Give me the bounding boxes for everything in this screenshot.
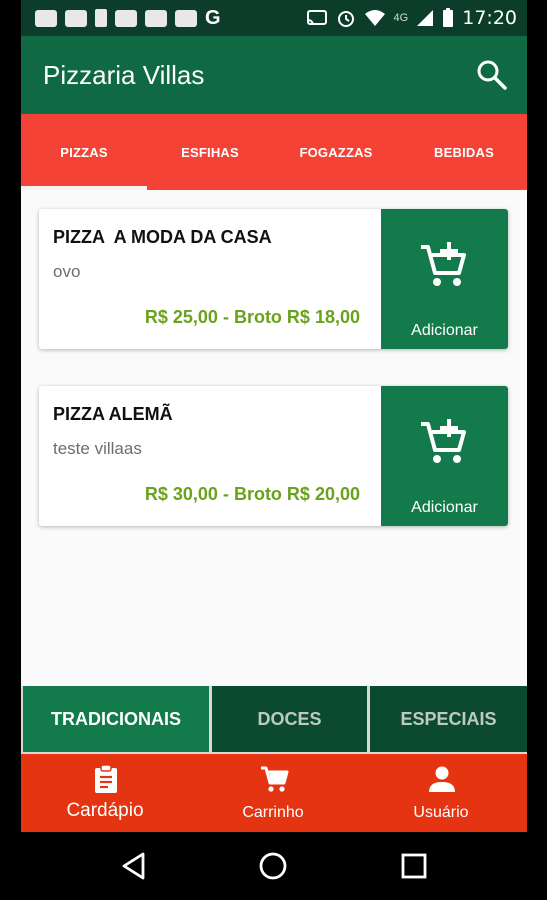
product-card: PIZZA A MODA DA CASA ovo R$ 25,00 - Brot… [39,209,508,349]
system-icons: 4G 17:20 [306,6,517,30]
product-price: R$ 30,00 - Broto R$ 20,00 [144,484,360,504]
add-to-cart-button[interactable]: Adicionar [381,209,508,349]
app-title: Pizzaria Villas [43,60,205,90]
nav-label: Carrinho [242,804,304,821]
menu-clipboard-icon [95,764,117,793]
network-type: 4G [393,12,409,24]
phone-screen: G 4G 17:20 Pizzaria Villas PIZZAS ESFIHA… [0,0,547,900]
back-icon[interactable] [118,850,150,882]
product-name: PIZZA ALEMÃ [53,404,173,424]
google-icon: G [205,7,221,29]
app-bar: Pizzaria Villas [21,36,527,114]
cast-icon [306,10,327,26]
system-navigation-bar [0,832,547,900]
tab-pizzas[interactable]: PIZZAS [21,114,147,190]
search-icon [477,60,507,90]
product-description: teste villaas [53,439,142,458]
message-icon [35,9,57,27]
nav-label: Usuário [413,804,469,821]
add-shopping-cart-icon [421,419,466,463]
gallery-icon [115,9,137,27]
status-bar: G 4G 17:20 [21,0,527,36]
alarm-icon [337,11,354,27]
battery-icon [443,8,454,27]
recents-icon[interactable] [398,850,430,882]
tab-fogazzas[interactable]: FOGAZZAS [273,114,399,190]
subcategory-especiais[interactable]: ESPECIAIS [370,686,527,752]
nav-usuario[interactable]: Usuário [357,754,525,832]
subcategory-bar: TRADICIONAIS DOCES ESPECIAIS [21,686,527,754]
add-button-label: Adicionar [411,322,478,339]
wifi-icon [364,10,385,26]
home-icon[interactable] [257,850,289,882]
add-button-label: Adicionar [411,499,478,516]
category-tabs: PIZZAS ESFIHAS FOGAZZAS BEBIDAS [21,114,527,190]
nav-carrinho[interactable]: Carrinho [189,754,357,832]
product-list: PIZZA A MODA DA CASA ovo R$ 25,00 - Brot… [21,190,527,686]
signal-icon [417,10,434,26]
add-shopping-cart-icon [421,242,466,286]
tab-esfihas[interactable]: ESFIHAS [147,114,273,190]
news-icon [65,9,87,27]
search-button[interactable] [475,58,509,92]
product-name: PIZZA A MODA DA CASA [53,227,272,247]
clock: 17:20 [462,7,517,29]
bottom-navigation: Cardápio Carrinho Usuário [21,754,527,832]
subcategory-doces[interactable]: DOCES [212,686,367,752]
product-price: R$ 25,00 - Broto R$ 18,00 [144,307,360,327]
product-card: PIZZA ALEMÃ teste villaas R$ 30,00 - Bro… [39,386,508,526]
nav-cardapio[interactable]: Cardápio [21,754,189,832]
nav-label: Cardápio [66,800,144,821]
gallery-icon [175,9,197,27]
add-to-cart-button[interactable]: Adicionar [381,386,508,526]
tab-bebidas[interactable]: BEBIDAS [401,114,527,190]
phone-icon [95,9,107,27]
subcategory-tradicionais[interactable]: TRADICIONAIS [23,686,209,752]
mail-icon [145,9,167,27]
cart-icon [261,766,289,792]
notification-icons: G [35,6,221,30]
user-icon [429,766,455,792]
product-description: ovo [53,262,81,281]
